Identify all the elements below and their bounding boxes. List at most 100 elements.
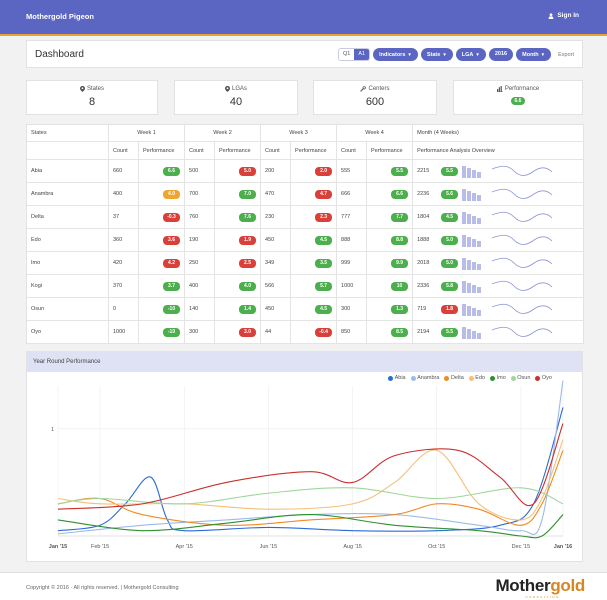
sparkline xyxy=(492,188,553,199)
state-name[interactable]: Imo xyxy=(26,251,109,275)
count-cell: 300 xyxy=(184,320,216,344)
count-cell: 850 xyxy=(336,320,368,344)
count-cell: 660 xyxy=(108,159,139,183)
map-marker-icon xyxy=(79,86,85,92)
mini-bar xyxy=(472,285,477,293)
x-tick-label: Aug '15 xyxy=(343,544,361,550)
x-tick-label: Jun '15 xyxy=(260,544,278,550)
performance-cell: 7.0 xyxy=(214,182,262,206)
stat-value: 8 xyxy=(88,96,96,108)
x-tick-label: Apr '15 xyxy=(176,544,193,550)
mini-bar-chart xyxy=(462,304,482,316)
state-name[interactable]: Oyo xyxy=(26,320,109,344)
mini-bar xyxy=(472,193,477,201)
x-tick-label: Dec '15 xyxy=(512,544,530,550)
performance-badge: 3.7 xyxy=(163,281,181,291)
state-name[interactable]: Edo xyxy=(26,228,109,252)
indicators-label: Indicators xyxy=(379,52,406,58)
mini-bar xyxy=(467,168,472,178)
state-name[interactable]: Abia xyxy=(26,159,109,183)
count-cell: 250 xyxy=(184,251,216,275)
state-name[interactable]: Kogi xyxy=(26,274,109,298)
state-label: State xyxy=(426,52,441,58)
count-header: Count xyxy=(260,141,292,160)
performance-badge: -0.3 xyxy=(163,212,181,222)
mini-bar-chart xyxy=(462,281,482,293)
month-performance-badge: 5.0 xyxy=(441,235,459,245)
segment-a1[interactable]: A1 xyxy=(354,49,370,60)
mini-bar xyxy=(462,281,467,293)
bar-chart-icon xyxy=(496,86,503,92)
x-tick-label: Jan '16 xyxy=(554,544,572,550)
line-chart: Jan '15 Feb '15 Apr '15 Jun '15 Aug '15 Oct '… xyxy=(49,380,572,550)
sparkline-path xyxy=(492,211,553,222)
performance-cell: 5.7 xyxy=(290,274,338,298)
performance-cell: 6.6 xyxy=(138,159,186,183)
month-performance-badge: 5.5 xyxy=(441,327,459,337)
performance-cell: 9.9 xyxy=(366,251,414,275)
month-performance-badge: 1.8 xyxy=(441,304,459,314)
sparkline-path xyxy=(492,257,553,268)
brand-title[interactable]: Mothergold Pigeon xyxy=(26,12,94,21)
performance-cell: 8.8 xyxy=(366,228,414,252)
sparkline xyxy=(492,234,553,245)
stat-card-lgas: LGAs 40 xyxy=(174,80,298,115)
sparkline-path xyxy=(492,280,553,291)
year-round-performance-panel: Year Round Performance Abia Anambra Delta E… xyxy=(26,351,583,562)
count-cell: 760 xyxy=(184,205,216,229)
mini-bar-chart xyxy=(462,258,482,270)
performance-badge: -10 xyxy=(163,327,181,337)
count-cell: 190 xyxy=(184,228,216,252)
performance-badge: 4.0 xyxy=(239,281,257,291)
logo-subtitle: CONSULTING xyxy=(525,595,560,599)
performance-badge: 7.7 xyxy=(391,212,409,222)
sparkline-path xyxy=(492,303,553,314)
year-button[interactable]: 2016 xyxy=(488,48,514,61)
count-cell: 700 xyxy=(184,182,216,206)
sign-in-link[interactable]: Sign In xyxy=(548,12,579,19)
performance-cell: 3.5 xyxy=(290,251,338,275)
accent-stripe xyxy=(0,34,607,36)
mini-bar xyxy=(477,287,482,293)
segment-q1[interactable]: Q1 xyxy=(339,49,355,60)
performance-header: Performance xyxy=(138,141,186,160)
indicators-dropdown[interactable]: Indicators ▼ xyxy=(373,48,418,61)
state-dropdown[interactable]: State ▼ xyxy=(420,48,453,61)
month-overview-cell: 1888 5.0 xyxy=(412,228,584,252)
count-cell: 360 xyxy=(108,228,139,252)
mini-bar xyxy=(472,262,477,270)
mini-bar xyxy=(467,329,472,339)
count-cell: 0 xyxy=(108,297,139,321)
mini-bar xyxy=(462,189,467,201)
performance-cell: 8.5 xyxy=(366,320,414,344)
state-name[interactable]: Delta xyxy=(26,205,109,229)
page-title: Dashboard xyxy=(35,49,84,60)
performance-cell: -10 xyxy=(138,297,186,321)
performance-badge: 2.3 xyxy=(315,212,333,222)
period-toggle: Q1 A1 xyxy=(338,48,371,61)
export-link[interactable]: Export xyxy=(558,52,574,58)
month-overview-cell: 2236 5.6 xyxy=(412,182,584,206)
mothergold-logo: Mothergold CONSULTING xyxy=(495,576,585,599)
performance-cell: 5.5 xyxy=(366,159,414,183)
stat-label: Centers xyxy=(368,86,390,92)
sparkline xyxy=(492,257,553,268)
count-cell: 1000 xyxy=(108,320,139,344)
state-name[interactable]: Anambra xyxy=(26,182,109,206)
month-count: 2018 xyxy=(417,260,430,266)
stat-value: 600 xyxy=(365,96,385,108)
lga-dropdown[interactable]: LGA ▼ xyxy=(455,48,486,61)
month-overview-cell: 2336 5.8 xyxy=(412,274,584,298)
performance-cell: 10 xyxy=(366,274,414,298)
count-cell: 420 xyxy=(108,251,139,275)
state-name[interactable]: Osun xyxy=(26,297,109,321)
mini-bar xyxy=(467,191,472,201)
month-performance-badge: 5.8 xyxy=(441,281,459,291)
sparkline xyxy=(492,326,553,337)
count-cell: 555 xyxy=(336,159,368,183)
performance-cell: 3.0 xyxy=(214,320,262,344)
month-dropdown[interactable]: Month ▼ xyxy=(516,48,552,61)
stat-card-states: States 8 xyxy=(26,80,158,115)
mini-bar xyxy=(477,195,482,201)
count-cell: 777 xyxy=(336,205,368,229)
